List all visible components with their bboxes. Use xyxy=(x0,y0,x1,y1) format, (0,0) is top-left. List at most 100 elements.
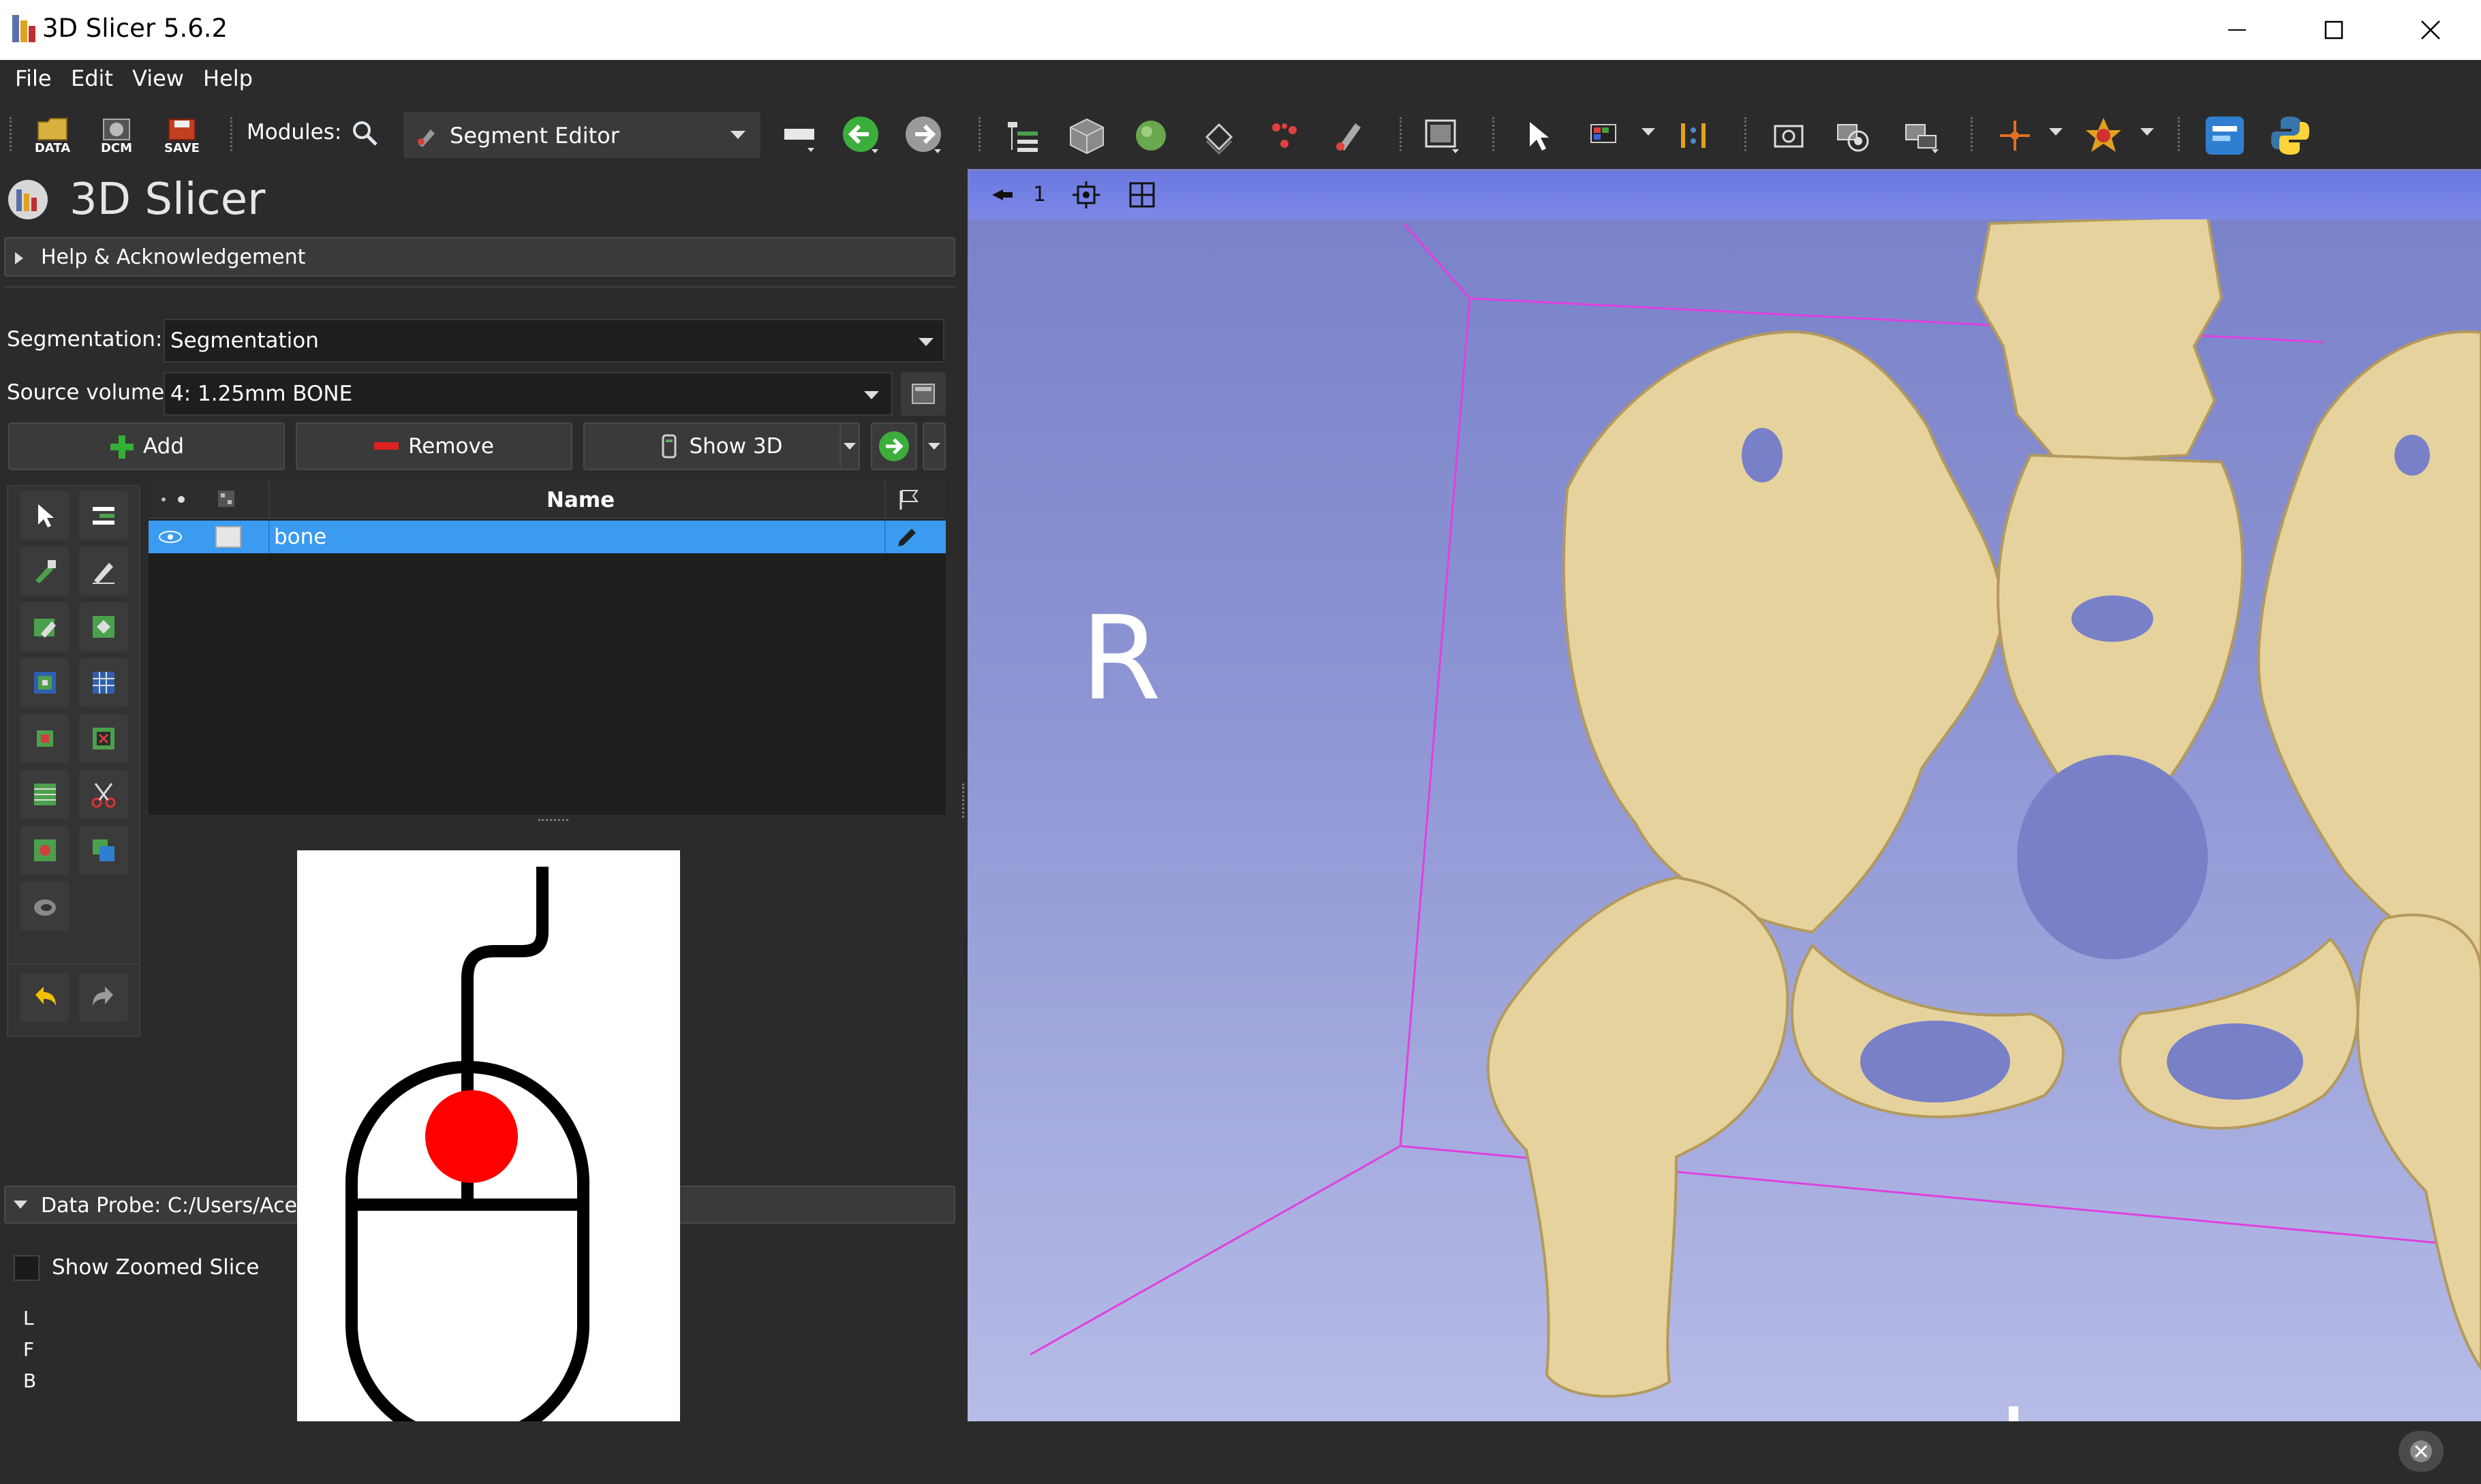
link-icon xyxy=(1681,123,1706,148)
module-search-icon[interactable] xyxy=(350,119,380,149)
scissors-effect-button[interactable] xyxy=(79,770,128,819)
name-column-header[interactable]: Name xyxy=(546,488,615,512)
center-view-icon[interactable] xyxy=(1073,181,1100,208)
level-tracing-effect-button[interactable] xyxy=(79,602,128,651)
undo-button[interactable] xyxy=(20,973,70,1022)
arrow-right-icon xyxy=(879,431,909,461)
place-fiducial-button[interactable] xyxy=(1991,112,2039,159)
none-effect-button[interactable] xyxy=(20,491,70,540)
module-selector[interactable]: Segment Editor xyxy=(403,112,760,158)
grow-seeds-icon xyxy=(34,672,56,694)
erase-effect-button[interactable] xyxy=(20,602,70,651)
volume-cube-icon xyxy=(1070,118,1104,155)
previous-module-button[interactable] xyxy=(838,112,886,159)
dicom-icon xyxy=(103,118,130,140)
close-circle-icon xyxy=(2410,1440,2432,1462)
column-divider xyxy=(884,480,886,519)
camera-icon xyxy=(1774,125,1804,148)
close-button[interactable] xyxy=(2381,0,2480,60)
column-divider xyxy=(268,480,270,519)
segment-name[interactable]: bone xyxy=(274,525,326,549)
remove-label: Remove xyxy=(408,434,494,459)
panel-splitter[interactable] xyxy=(962,784,966,818)
save-button[interactable]: SAVE xyxy=(158,112,206,159)
load-dicom-button[interactable]: DCM xyxy=(93,112,140,159)
islands-effect-button[interactable] xyxy=(20,826,70,875)
grow-from-seeds-effect-button[interactable] xyxy=(20,658,70,707)
place-markup-button[interactable] xyxy=(2080,112,2127,159)
extensions-manager-button[interactable] xyxy=(2201,112,2249,159)
hollow-effect-button[interactable] xyxy=(79,714,128,763)
segment-editor-icon xyxy=(418,129,435,147)
transforms-module-button[interactable] xyxy=(1195,112,1243,159)
margin-effect-button[interactable] xyxy=(20,714,70,763)
eye-icon[interactable] xyxy=(157,529,184,545)
pelvis-bone xyxy=(1486,215,2481,1398)
screenshot-button[interactable] xyxy=(1765,112,1813,159)
edit-pencil-icon[interactable] xyxy=(895,526,919,549)
scene-view-button[interactable] xyxy=(1830,112,1878,159)
arrow-left-icon xyxy=(843,117,878,153)
menu-edit[interactable]: Edit xyxy=(71,65,113,91)
layout-grid-icon[interactable] xyxy=(1128,181,1156,208)
arrow-right-icon xyxy=(906,117,941,153)
data-module-button[interactable] xyxy=(999,112,1047,159)
modules-label: Modules: xyxy=(247,120,342,144)
chevron-down-icon xyxy=(1642,128,1655,136)
scene-camera-icon xyxy=(1837,124,1869,152)
load-data-button[interactable]: DATA xyxy=(29,112,76,159)
toolbar-grip xyxy=(1400,117,1404,151)
show-3d-dropdown[interactable] xyxy=(839,422,860,470)
segment-options-dropdown[interactable] xyxy=(923,422,946,470)
menu-help[interactable]: Help xyxy=(203,65,253,91)
models-module-button[interactable] xyxy=(1127,112,1175,159)
add-segment-button[interactable]: Add xyxy=(8,422,285,470)
maximize-button[interactable] xyxy=(2284,0,2384,60)
3d-view[interactable]: R xyxy=(968,169,2481,1421)
source-volume-selector[interactable]: 4: 1.25mm BONE xyxy=(164,372,893,416)
segment-row[interactable]: bone xyxy=(149,521,946,553)
volumes-module-button[interactable] xyxy=(1063,112,1111,159)
draw-effect-button[interactable] xyxy=(79,546,128,596)
crosshair-toggle-button[interactable] xyxy=(1669,112,1717,159)
color-column-icon xyxy=(217,489,236,508)
window-level-button[interactable] xyxy=(1581,112,1629,159)
layout-button[interactable] xyxy=(1419,112,1466,159)
markups-module-button[interactable] xyxy=(1261,112,1308,159)
threshold-effect-button[interactable] xyxy=(79,491,128,540)
help-section-header[interactable]: Help & Acknowledgement xyxy=(4,237,955,277)
remove-segment-button[interactable]: Remove xyxy=(296,422,572,470)
3d-view-controller-bar: 1 xyxy=(969,172,2481,219)
mask-volume-effect-button[interactable] xyxy=(20,882,70,931)
segment-editor-module-button[interactable] xyxy=(1326,112,1374,159)
toolbar-grip xyxy=(2178,117,2182,151)
segmentations-module-button[interactable] xyxy=(871,422,917,470)
source-volume-options-button[interactable] xyxy=(901,372,946,416)
smoothing-effect-button[interactable] xyxy=(20,770,70,819)
minimize-button[interactable] xyxy=(2187,0,2287,60)
segmentation-selector[interactable]: Segmentation xyxy=(164,319,944,362)
error-log-button[interactable] xyxy=(2399,1431,2444,1472)
menu-view[interactable]: View xyxy=(132,65,184,91)
module-history-button[interactable] xyxy=(777,112,825,159)
fiducial-icon xyxy=(2000,121,2030,151)
show-zoomed-slice-checkbox[interactable] xyxy=(14,1255,40,1281)
scene-restore-button[interactable] xyxy=(1898,112,1946,159)
mouse-mode-view-transform-button[interactable] xyxy=(1514,112,1562,159)
window-level-dropdown[interactable] xyxy=(1641,127,1656,136)
logical-operators-effect-button[interactable] xyxy=(79,826,128,875)
python-console-button[interactable] xyxy=(2266,112,2314,159)
show-3d-button[interactable]: Show 3D xyxy=(583,422,859,470)
python-icon xyxy=(2271,117,2309,155)
fill-between-slices-effect-button[interactable] xyxy=(79,658,128,707)
table-resize-handle[interactable] xyxy=(538,819,568,824)
next-module-button[interactable] xyxy=(901,112,949,159)
markup-dropdown[interactable] xyxy=(2140,127,2155,136)
segment-color-swatch[interactable] xyxy=(215,526,241,548)
redo-button[interactable] xyxy=(79,973,128,1022)
pin-icon[interactable] xyxy=(989,185,1014,204)
menu-bar xyxy=(0,60,2481,101)
fiducial-dropdown[interactable] xyxy=(2048,127,2063,136)
menu-file[interactable]: File xyxy=(15,65,52,91)
paint-effect-button[interactable] xyxy=(20,546,70,596)
